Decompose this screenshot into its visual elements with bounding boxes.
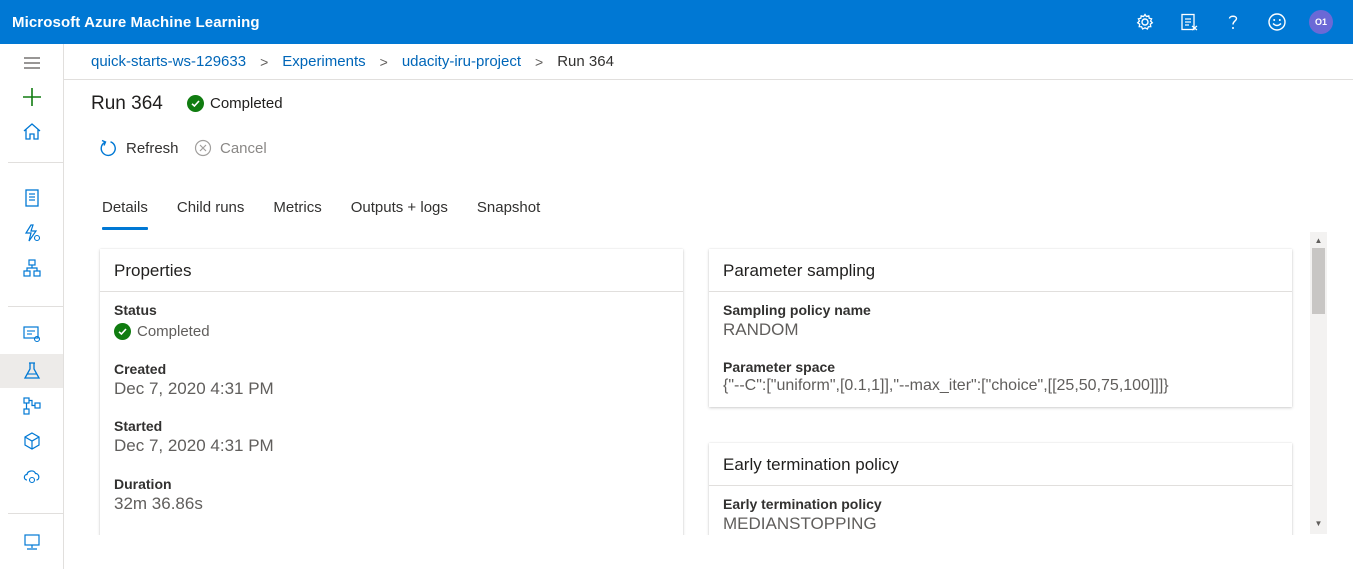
field-label: Duration xyxy=(114,476,172,492)
field-value: Dec 7, 2020 4:31 PM xyxy=(114,379,274,398)
home-icon[interactable] xyxy=(0,115,63,149)
field-value: RANDOM xyxy=(723,320,799,339)
refresh-icon xyxy=(99,139,118,158)
duration-field: Duration 32m 36.86s xyxy=(114,476,203,514)
nav-separator xyxy=(8,513,63,514)
card-title: Early termination policy xyxy=(709,443,1292,486)
started-field: Started Dec 7, 2020 4:31 PM xyxy=(114,418,274,456)
create-new-icon[interactable] xyxy=(0,80,63,114)
status-value: Completed xyxy=(114,323,210,340)
top-icons: O1 xyxy=(1123,0,1343,44)
page-title: Run 364 xyxy=(91,93,163,114)
feedback-icon[interactable] xyxy=(1167,0,1211,44)
field-label: Early termination policy xyxy=(723,496,882,512)
parameter-space-field: Parameter space {"--C":["uniform",[0.1,1… xyxy=(723,359,1169,395)
breadcrumb-experiment-link[interactable]: udacity-iru-project xyxy=(402,53,521,70)
experiments-icon[interactable] xyxy=(0,354,63,388)
scroll-up-icon[interactable]: ▲ xyxy=(1313,236,1324,246)
field-value: MEDIANSTOPPING xyxy=(723,514,877,533)
breadcrumb-current: Run 364 xyxy=(557,53,614,70)
hamburger-menu-icon[interactable] xyxy=(0,46,63,80)
avatar: O1 xyxy=(1309,10,1333,34)
tab-child-runs[interactable]: Child runs xyxy=(177,190,245,230)
help-icon[interactable] xyxy=(1211,0,1255,44)
field-value: Completed xyxy=(137,323,210,340)
automated-ml-icon[interactable] xyxy=(0,216,63,250)
tab-snapshot[interactable]: Snapshot xyxy=(477,190,540,230)
cancel-label: Cancel xyxy=(220,139,267,157)
content-clip xyxy=(65,535,1353,569)
nav-separator xyxy=(8,162,63,163)
properties-card: Properties Status Completed Created Dec … xyxy=(100,249,683,549)
status-field: Status Completed xyxy=(114,302,210,340)
field-label: Created xyxy=(114,361,167,377)
field-value: {"--C":["uniform",[0.1,1]],"--max_iter":… xyxy=(723,377,1169,394)
tab-details[interactable]: Details xyxy=(102,190,148,230)
smiley-icon[interactable] xyxy=(1255,0,1299,44)
card-title: Parameter sampling xyxy=(709,249,1292,292)
card-title: Properties xyxy=(100,249,683,292)
sampling-policy-field: Sampling policy name RANDOM xyxy=(723,302,871,340)
tab-bar: Details Child runs Metrics Outputs + log… xyxy=(100,190,569,232)
breadcrumb-workspace-link[interactable]: quick-starts-ws-129633 xyxy=(91,53,246,70)
pipelines-icon[interactable] xyxy=(0,389,63,423)
tab-outputs-logs[interactable]: Outputs + logs xyxy=(351,190,448,230)
cancel-icon xyxy=(194,139,212,157)
refresh-button[interactable]: Refresh xyxy=(99,139,179,158)
account-button[interactable]: O1 xyxy=(1299,0,1343,44)
created-field: Created Dec 7, 2020 4:31 PM xyxy=(114,361,274,399)
app-title[interactable]: Microsoft Azure Machine Learning xyxy=(12,14,260,31)
status-text: Completed xyxy=(210,95,283,112)
chevron-right-icon: > xyxy=(260,53,269,70)
parameter-sampling-card: Parameter sampling Sampling policy name … xyxy=(709,249,1292,407)
check-circle-icon xyxy=(187,95,204,112)
scrollbar-thumb[interactable] xyxy=(1312,248,1325,314)
endpoints-icon[interactable] xyxy=(0,459,63,493)
refresh-label: Refresh xyxy=(126,140,179,157)
models-icon[interactable] xyxy=(0,424,63,458)
cancel-button[interactable]: Cancel xyxy=(194,139,267,157)
check-circle-icon xyxy=(114,323,131,340)
datasets-icon[interactable] xyxy=(0,317,63,351)
scroll-down-icon[interactable]: ▼ xyxy=(1313,519,1324,529)
breadcrumb-experiments-link[interactable]: Experiments xyxy=(282,53,365,70)
top-bar: Microsoft Azure Machine Learning O1 xyxy=(0,0,1353,44)
field-label: Sampling policy name xyxy=(723,302,871,318)
field-value: 32m 36.86s xyxy=(114,494,203,513)
field-label: Started xyxy=(114,418,163,434)
chevron-right-icon: > xyxy=(379,53,388,70)
notebooks-icon[interactable] xyxy=(0,181,63,215)
left-nav xyxy=(0,44,64,569)
compute-icon[interactable] xyxy=(0,525,63,559)
breadcrumb: quick-starts-ws-129633 > Experiments > u… xyxy=(64,44,1353,80)
designer-icon[interactable] xyxy=(0,251,63,285)
settings-icon[interactable] xyxy=(1123,0,1167,44)
field-label: Status xyxy=(114,302,157,318)
early-termination-field: Early termination policy MEDIANSTOPPING xyxy=(723,496,882,534)
status-badge: Completed xyxy=(187,95,283,112)
nav-separator xyxy=(8,306,63,307)
tab-metrics[interactable]: Metrics xyxy=(273,190,321,230)
chevron-right-icon: > xyxy=(535,53,544,70)
field-value: Dec 7, 2020 4:31 PM xyxy=(114,436,274,455)
field-label: Parameter space xyxy=(723,359,836,375)
